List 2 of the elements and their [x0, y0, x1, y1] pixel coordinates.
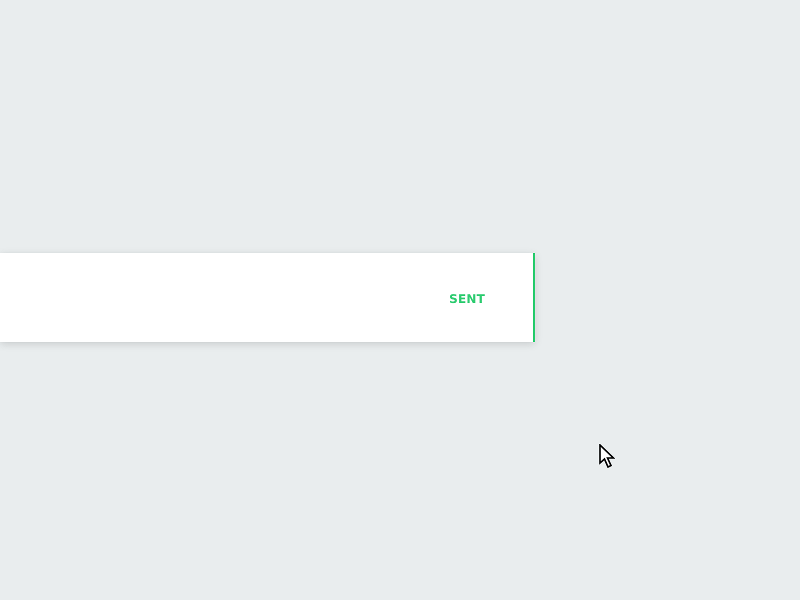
sent-status-label: SENT — [449, 292, 485, 306]
mouse-pointer-icon — [599, 444, 615, 469]
